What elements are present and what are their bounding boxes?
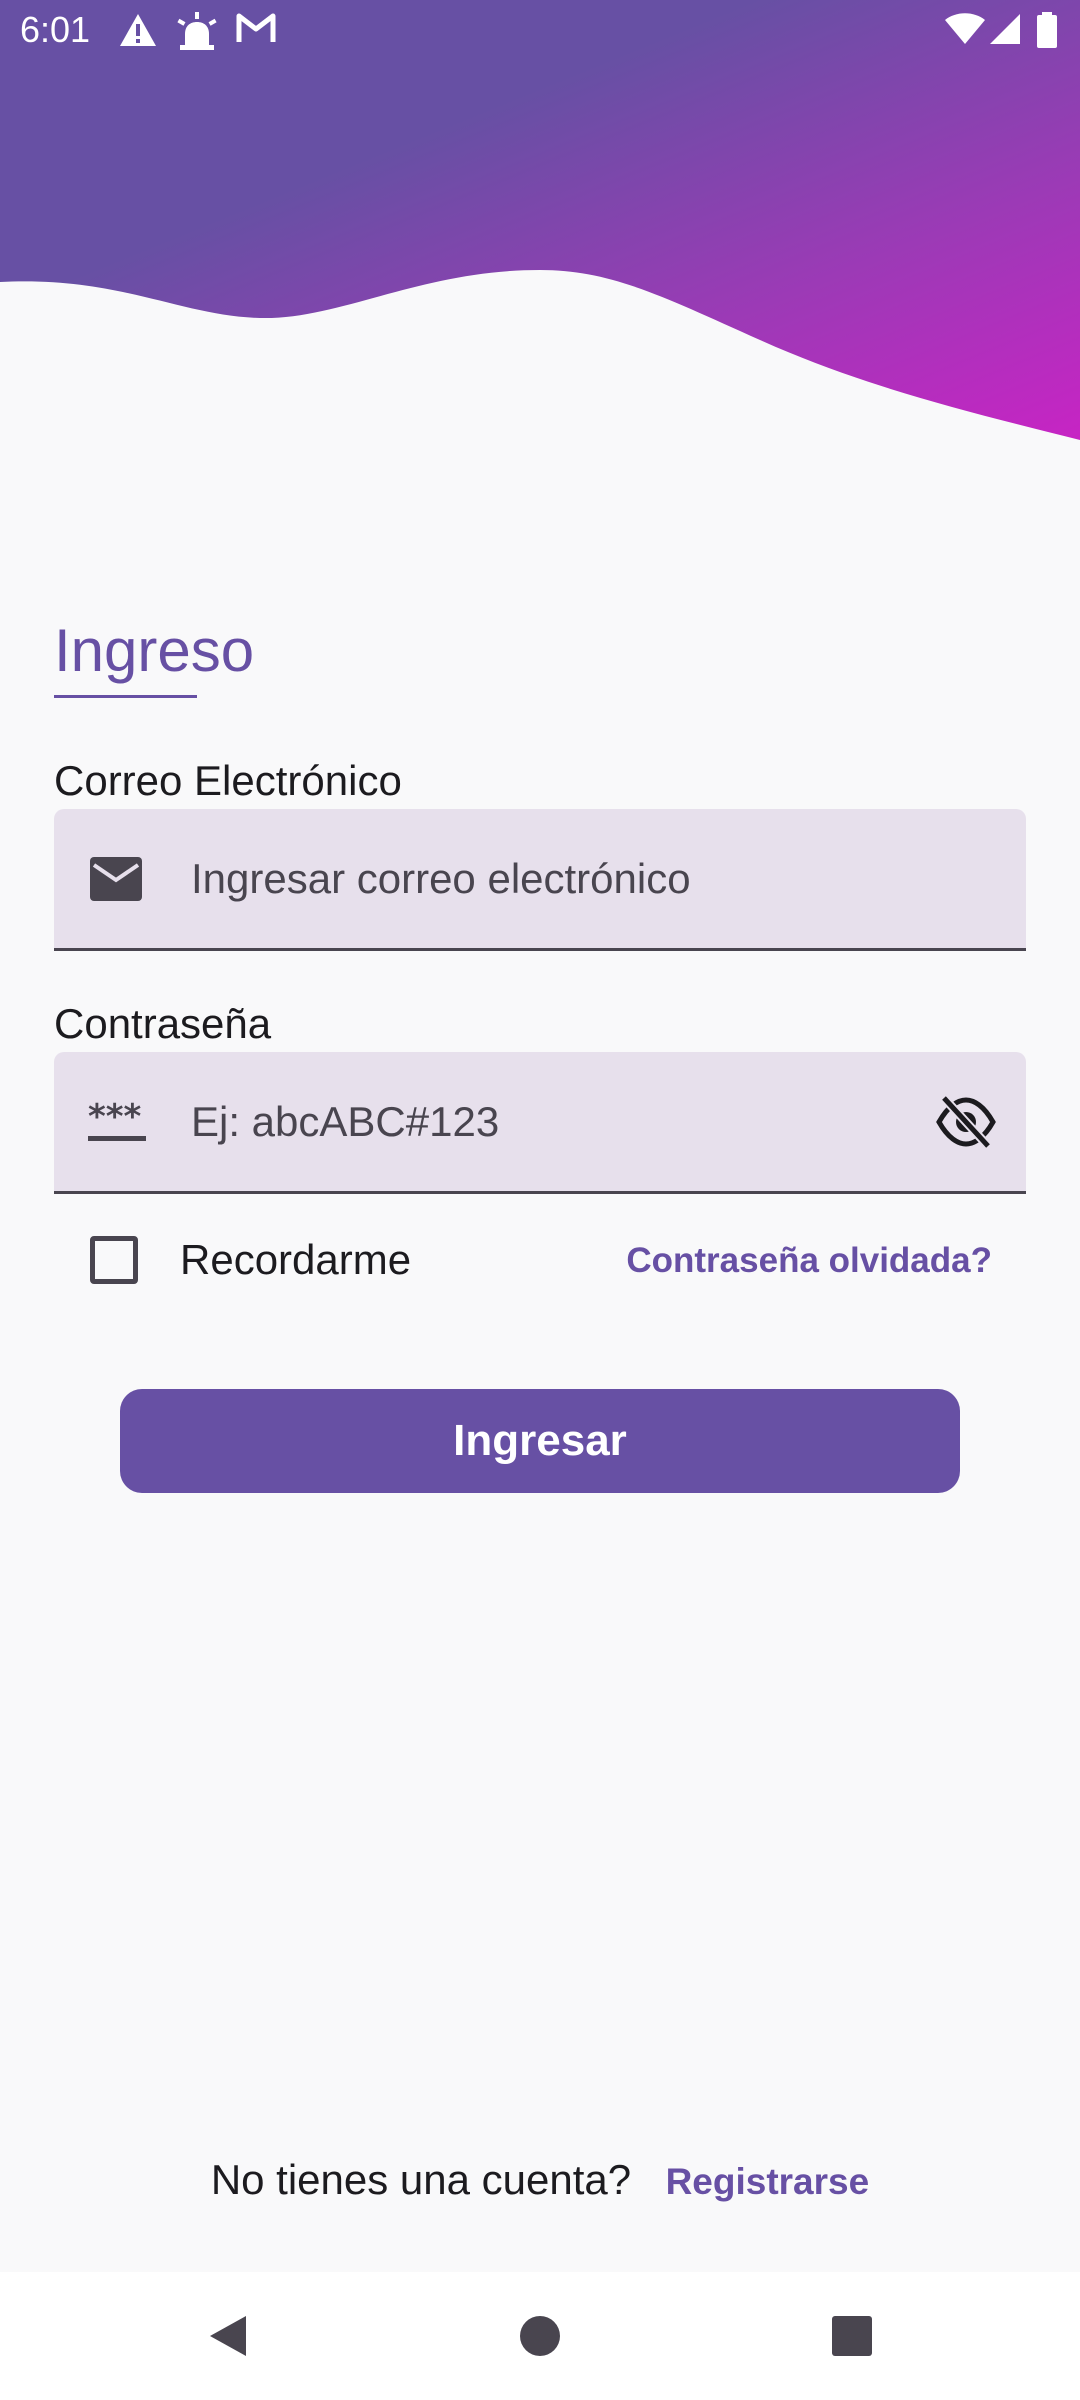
- email-icon: [90, 857, 142, 901]
- email-field[interactable]: [54, 809, 1026, 951]
- status-bar: 6:01: [0, 0, 1080, 62]
- remember-checkbox[interactable]: [90, 1236, 138, 1284]
- signal-icon: [990, 14, 1020, 44]
- wifi-icon: [945, 13, 985, 44]
- recents-icon[interactable]: [828, 2312, 876, 2360]
- register-link[interactable]: Registrarse: [666, 2161, 870, 2202]
- warning-icon: [120, 14, 156, 46]
- battery-icon: [1037, 12, 1057, 48]
- password-icon: ***: [88, 1098, 146, 1141]
- back-icon[interactable]: [204, 2312, 252, 2360]
- svg-text:***: ***: [88, 1098, 142, 1137]
- remember-row: Recordarme Contraseña olvidada?: [54, 1230, 1026, 1300]
- gmail-icon: [236, 13, 276, 42]
- header-wave: [0, 0, 1080, 440]
- status-time: 6:01: [20, 9, 91, 50]
- home-icon[interactable]: [516, 2312, 564, 2360]
- navigation-bar: [0, 2272, 1080, 2400]
- remember-label[interactable]: Recordarme: [180, 1234, 411, 1286]
- page-title: Ingreso: [54, 617, 255, 684]
- page-title-group: Ingreso: [54, 615, 254, 698]
- title-underline: [54, 695, 197, 698]
- forgot-password-link[interactable]: Contraseña olvidada?: [626, 1238, 992, 1284]
- register-row: No tienes una cuenta? Registrarse: [0, 2150, 1080, 2210]
- password-input[interactable]: [191, 1052, 951, 1191]
- email-input[interactable]: [191, 809, 951, 948]
- email-label: Correo Electrónico: [54, 757, 402, 804]
- password-label: Contraseña: [54, 1000, 272, 1047]
- alarm-icon: [177, 12, 217, 50]
- login-button[interactable]: Ingresar: [120, 1389, 960, 1493]
- password-field[interactable]: ***: [54, 1052, 1026, 1194]
- no-account-text: No tienes una cuenta?: [210, 2156, 632, 2203]
- visibility-off-icon[interactable]: [936, 1094, 996, 1150]
